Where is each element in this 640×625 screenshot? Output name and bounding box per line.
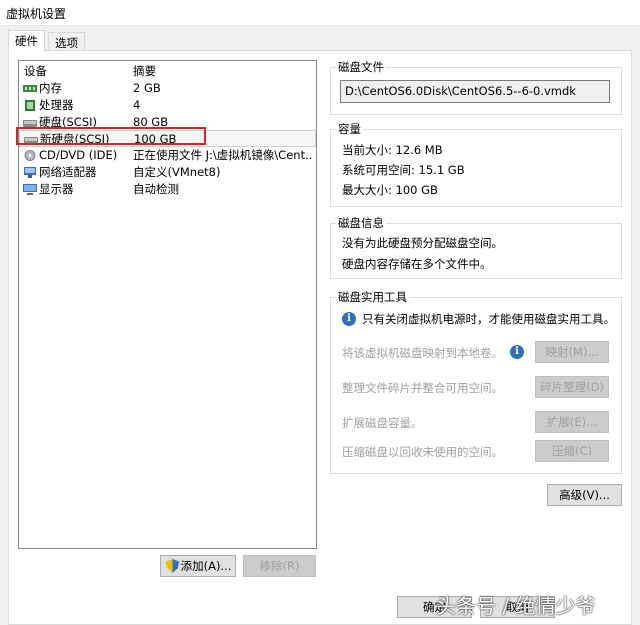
disk-info-line1: 没有为此硬盘预分配磁盘空间。 bbox=[342, 236, 503, 250]
map-button-label: 映射(M)... bbox=[545, 345, 599, 359]
summary-column-header[interactable]: 摘要 bbox=[133, 63, 313, 79]
device-row-processor[interactable]: 处理器 4 bbox=[19, 97, 316, 113]
cdrom-icon bbox=[24, 150, 36, 161]
info-icon: i bbox=[510, 345, 524, 359]
tab-hardware[interactable]: 硬件 bbox=[8, 30, 45, 52]
device-name: 显示器 bbox=[39, 182, 74, 196]
map-description: 将该虚拟机磁盘映射到本地卷。 bbox=[342, 346, 503, 360]
defrag-description: 整理文件碎片并整合可用空间。 bbox=[342, 381, 503, 395]
window-title: 虚拟机设置 bbox=[6, 7, 67, 21]
device-summary: 自定义(VMnet8) bbox=[133, 165, 221, 179]
device-row-memory[interactable]: 内存 2 GB bbox=[19, 80, 316, 96]
harddisk-icon bbox=[23, 120, 37, 127]
disk-utilities-group-label: 磁盘实用工具 bbox=[336, 290, 409, 304]
remove-button-label: 移除(R) bbox=[259, 559, 300, 573]
compact-description: 压缩磁盘以回收未使用的空间。 bbox=[342, 445, 503, 459]
network-icon bbox=[24, 167, 36, 178]
tab-options[interactable]: 选项 bbox=[48, 32, 85, 51]
device-row-display[interactable]: 显示器 自动检测 bbox=[19, 181, 316, 197]
compact-button[interactable]: 压缩(C) bbox=[535, 440, 609, 462]
info-icon: i bbox=[342, 312, 356, 326]
device-name: 硬盘(SCSI) bbox=[39, 115, 97, 129]
defrag-button-label: 碎片整理(D) bbox=[540, 380, 604, 394]
disk-utilities-notice: 只有关闭虚拟机电源时，才能使用磁盘实用工具。 bbox=[362, 312, 615, 326]
system-free-space-text: 系统可用空间: 15.1 GB bbox=[342, 163, 465, 177]
defrag-button[interactable]: 碎片整理(D) bbox=[535, 376, 609, 398]
device-summary: 4 bbox=[133, 98, 141, 112]
harddisk-icon bbox=[24, 137, 38, 144]
device-summary: 自动检测 bbox=[133, 182, 179, 196]
disk-info-group-label: 磁盘信息 bbox=[336, 216, 386, 230]
device-name: CD/DVD (IDE) bbox=[39, 148, 118, 162]
disk-file-path-field[interactable]: D:\CentOS6.0Disk\CentOS6.5--6-0.vmdk bbox=[340, 80, 610, 103]
device-summary: 100 GB bbox=[134, 132, 177, 146]
expand-button-label: 扩展(E)... bbox=[546, 415, 598, 429]
title-bar: 虚拟机设置 bbox=[0, 0, 640, 26]
device-summary: 2 GB bbox=[133, 81, 161, 95]
disk-info-line2: 硬盘内容存储在多个文件中。 bbox=[342, 257, 492, 271]
device-row-network[interactable]: 网络适配器 自定义(VMnet8) bbox=[19, 164, 316, 180]
compact-button-label: 压缩(C) bbox=[551, 444, 592, 458]
device-summary: 80 GB bbox=[133, 115, 169, 129]
expand-button[interactable]: 扩展(E)... bbox=[535, 411, 609, 433]
device-row-cdrom[interactable]: CD/DVD (IDE) 正在使用文件 J:\虚拟机镜像\Cent... bbox=[19, 147, 316, 163]
shield-icon bbox=[166, 559, 179, 573]
disk-file-group-label: 磁盘文件 bbox=[336, 60, 386, 74]
capacity-group-label: 容量 bbox=[336, 122, 363, 136]
remove-device-button[interactable]: 移除(R) bbox=[243, 555, 316, 577]
device-name: 新硬盘(SCSI) bbox=[40, 132, 110, 146]
expand-description: 扩展磁盘容量。 bbox=[342, 416, 423, 430]
tab-hardware-label: 硬件 bbox=[15, 34, 38, 48]
tab-options-label: 选项 bbox=[55, 36, 78, 50]
advanced-button[interactable]: 高级(V)... bbox=[547, 484, 622, 506]
processor-icon bbox=[25, 100, 35, 111]
device-column-header[interactable]: 设备 bbox=[24, 63, 47, 79]
watermark-text: 头条号 / 绝情少爷 bbox=[436, 594, 596, 618]
device-list-header: 设备 摘要 bbox=[19, 63, 316, 79]
max-size-text: 最大大小: 100 GB bbox=[342, 183, 438, 197]
add-device-button[interactable]: 添加(A)... bbox=[160, 555, 236, 577]
device-row-new-harddisk[interactable]: 新硬盘(SCSI) 100 GB bbox=[19, 130, 316, 147]
device-name: 内存 bbox=[39, 81, 62, 95]
device-list[interactable]: 设备 摘要 内存 2 GB 处理器 4 硬盘(SCSI) 80 GB 新硬盘(S… bbox=[18, 60, 317, 549]
device-name: 网络适配器 bbox=[39, 165, 97, 179]
device-row-harddisk[interactable]: 硬盘(SCSI) 80 GB bbox=[19, 114, 316, 130]
advanced-button-label: 高级(V)... bbox=[559, 488, 610, 502]
device-summary: 正在使用文件 J:\虚拟机镜像\Cent... bbox=[133, 148, 313, 162]
map-button[interactable]: 映射(M)... bbox=[535, 341, 609, 363]
current-size-text: 当前大小: 12.6 MB bbox=[342, 143, 443, 157]
memory-icon bbox=[23, 85, 37, 92]
display-icon bbox=[23, 184, 37, 195]
device-name: 处理器 bbox=[39, 98, 74, 112]
